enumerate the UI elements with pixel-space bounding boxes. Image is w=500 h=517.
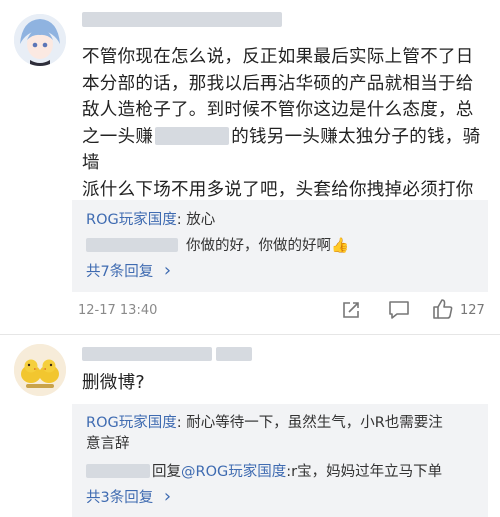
reply-text: : 耐心等待一下，虽然生气，小R也需要注	[176, 415, 443, 431]
comment-line: 之一头赚 的钱另一头赚太独分子的钱，骑墙	[82, 124, 482, 177]
reply-panel: ROG玩家国度: 放心 你做的好，你做的好啊👍 共7条回复 ›	[72, 200, 488, 292]
share-icon[interactable]	[341, 300, 361, 320]
reply-text: :r宝，妈妈过年立马下单	[286, 464, 443, 480]
comment-timestamp: 12-17 13:40	[78, 303, 158, 318]
mention-link[interactable]: @ROG玩家国度	[181, 464, 286, 480]
more-replies-label: 共3条回复	[86, 490, 154, 506]
chevron-right-icon: ›	[163, 260, 172, 281]
reply-panel: ROG玩家国度: 耐心等待一下，虽然生气，小R也需要注 意言辞 回复@ROG玩家…	[72, 404, 488, 517]
avatar-illustration	[14, 14, 66, 66]
more-replies-link[interactable]: 共7条回复 ›	[86, 260, 171, 281]
thumbs-up-emoji: 👍	[331, 238, 350, 254]
reply-item[interactable]: 回复@ROG玩家国度:r宝，妈妈过年立马下单	[86, 460, 442, 481]
comment-line-part: 之一头赚	[82, 126, 154, 147]
chevron-right-icon: ›	[163, 486, 172, 507]
thumbs-up-icon[interactable]	[432, 298, 454, 320]
reply-author-link[interactable]: ROG玩家国度	[86, 212, 177, 228]
avatar-illustration	[14, 344, 66, 396]
user-avatar[interactable]	[14, 14, 66, 66]
redacted-username[interactable]	[82, 347, 212, 361]
redacted-username[interactable]	[216, 347, 252, 361]
reply-text: 你做的好，你做的好啊	[186, 238, 331, 254]
redacted-username[interactable]	[86, 464, 150, 478]
reply-item[interactable]: 你做的好，你做的好啊👍	[86, 234, 349, 255]
redacted-username[interactable]	[86, 238, 178, 252]
reply-text: : 放心	[176, 212, 216, 228]
more-replies-label: 共7条回复	[86, 264, 154, 280]
user-avatar[interactable]	[14, 344, 66, 396]
like-count: 127	[460, 303, 485, 318]
comment-line: 敌人造枪子了。到时候不管你这边是什么态度，总	[82, 100, 474, 120]
comment-body: 删微博?	[82, 373, 145, 393]
reply-prefix: 回复	[152, 464, 181, 480]
comment-divider	[0, 334, 500, 335]
more-replies-link[interactable]: 共3条回复 ›	[86, 486, 171, 507]
redacted-text	[155, 126, 230, 145]
reply-text: 意言辞	[86, 436, 130, 452]
comment-line: 本分部的话，那我以后再沾华硕的产品就相当于给	[82, 73, 474, 94]
reply-author-link[interactable]: ROG玩家国度	[86, 415, 177, 431]
comment-line: 不管你现在怎么说，反正如果最后实际上管不了日	[82, 47, 474, 67]
comment-icon[interactable]	[388, 300, 410, 320]
reply-item[interactable]: ROG玩家国度: 放心	[86, 208, 215, 229]
redacted-username[interactable]	[82, 12, 282, 27]
reply-item[interactable]: ROG玩家国度: 耐心等待一下，虽然生气，小R也需要注 意言辞	[86, 413, 443, 455]
